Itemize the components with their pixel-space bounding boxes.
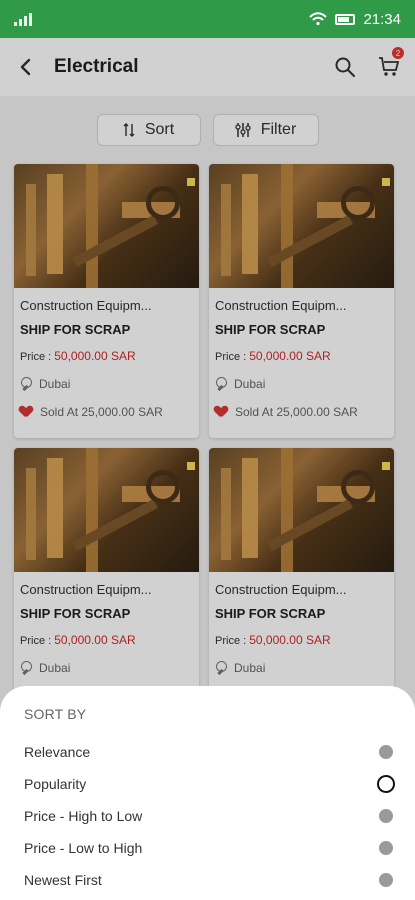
- radio-button[interactable]: [379, 841, 393, 855]
- sort-option-price-high-low[interactable]: Price - High to Low: [24, 800, 393, 832]
- sort-option-newest-first[interactable]: Newest First: [24, 864, 393, 896]
- sort-sheet-title: SORT BY: [24, 706, 87, 722]
- radio-button-selected[interactable]: [377, 775, 395, 793]
- sort-option-label: Price - Low to High: [24, 840, 143, 856]
- radio-button[interactable]: [379, 745, 393, 759]
- sort-options-list: Relevance Popularity Price - High to Low…: [24, 736, 395, 896]
- sort-option-label: Price - High to Low: [24, 808, 143, 824]
- sort-bottom-sheet: SORT BY Relevance Popularity Price - Hig…: [0, 686, 415, 900]
- radio-button[interactable]: [379, 873, 393, 887]
- signal-icon: [14, 12, 32, 26]
- status-bar: 21:34: [0, 0, 415, 38]
- status-right: 21:34: [309, 11, 401, 28]
- wifi-icon: [309, 12, 328, 26]
- sort-option-label: Newest First: [24, 872, 102, 888]
- radio-button[interactable]: [379, 809, 393, 823]
- sort-option-price-low-high[interactable]: Price - Low to High: [24, 832, 393, 864]
- sort-option-popularity[interactable]: Popularity: [24, 768, 395, 800]
- sort-option-relevance[interactable]: Relevance: [24, 736, 393, 768]
- sort-option-label: Relevance: [24, 744, 91, 760]
- battery-icon: [335, 13, 356, 25]
- status-time: 21:34: [363, 10, 401, 28]
- sort-option-label: Popularity: [24, 776, 87, 792]
